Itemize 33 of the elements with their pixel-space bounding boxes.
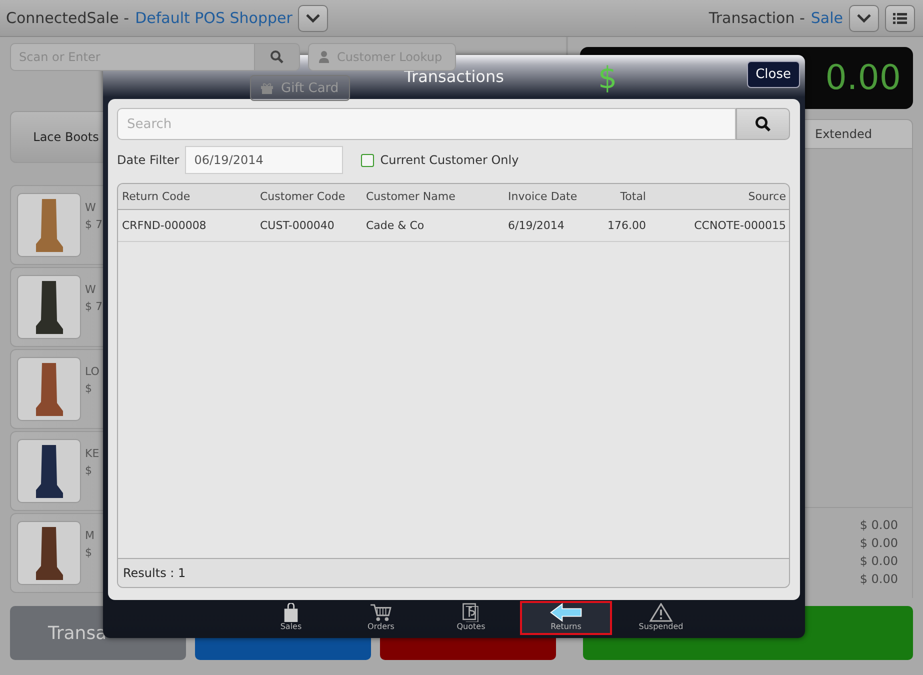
column-header: Customer Name — [366, 190, 456, 203]
product-price: $ — [85, 546, 93, 559]
summary-amount: $ 0.00 — [860, 535, 898, 552]
transaction-label: Transaction - — [708, 9, 805, 27]
column-header: Source — [747, 190, 786, 203]
column-header: Total — [619, 190, 646, 203]
product-name: KE — [85, 447, 100, 460]
results-count: Results : 1 — [123, 566, 186, 580]
product-price: $ 7 — [85, 300, 102, 313]
column-header: Invoice Date — [508, 190, 578, 203]
table-cell-text: CCNOTE-000015 — [693, 219, 786, 232]
checkbox-label: Current Customer Only — [380, 153, 519, 167]
product-name: W — [85, 201, 97, 214]
column-header: Customer Code — [260, 190, 346, 203]
product-name: M — [85, 529, 94, 542]
table-cell-text: CRFND-000008 — [122, 219, 208, 232]
column-header: Return Code — [122, 190, 192, 203]
currency-symbol: $ — [598, 60, 618, 96]
summary-amount: $ 0.00 — [860, 517, 898, 534]
summary-amount: $ 0.00 — [860, 553, 898, 570]
product-price: $ — [85, 464, 93, 477]
product-price: $ 7 — [85, 218, 102, 231]
table-cell-text: 176.00 — [606, 219, 646, 232]
summary-amount: $ 0.00 — [860, 571, 898, 588]
table-cell-text: CUST-000040 — [260, 219, 336, 232]
product-price: $ — [85, 382, 93, 395]
column-header: Extended — [815, 127, 872, 141]
app-title: ConnectedSale - — [6, 9, 130, 27]
table-cell-text: Cade & Co — [366, 219, 426, 232]
product-name: W — [85, 283, 97, 296]
total-amount: 0.00 — [825, 58, 901, 98]
table-cell-text: 6/19/2014 — [508, 219, 566, 232]
product-name: LO — [85, 365, 100, 378]
